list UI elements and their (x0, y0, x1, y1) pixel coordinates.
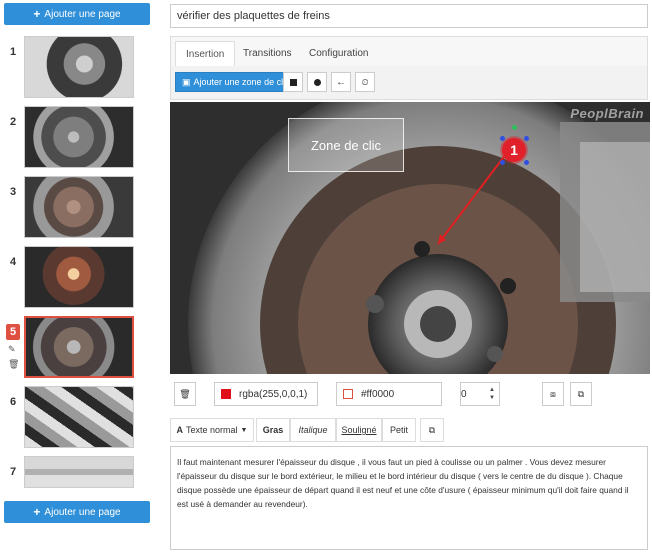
text-editor-toolbar: A Texte normal ▼ Gras Italique Souligné … (170, 418, 648, 442)
page-item-1[interactable]: 1 (0, 36, 150, 102)
page-thumbnail[interactable] (24, 176, 134, 238)
fill-color-swatch (221, 389, 231, 399)
border-width-stepper[interactable]: 0 ▲ ▼ (460, 382, 500, 406)
pencil-icon[interactable]: ✎ (8, 344, 19, 354)
square-shape-button[interactable] (283, 72, 303, 92)
delete-shape-button[interactable]: 🗑 (174, 382, 196, 406)
page-thumbnail[interactable] (24, 36, 134, 98)
rotate-handle[interactable] (512, 125, 517, 130)
link-button[interactable]: ⧉ (420, 418, 444, 442)
trash-icon: 🗑 (179, 388, 191, 399)
add-page-button-top[interactable]: + Ajouter une page (4, 3, 150, 25)
border-color-value: #ff0000 (361, 388, 395, 400)
tab-insertion[interactable]: Insertion (175, 41, 236, 67)
trash-icon[interactable]: 🗑 (8, 359, 19, 369)
brake-disc-photo (170, 102, 650, 374)
page-number: 2 (9, 116, 17, 128)
slide-canvas[interactable]: PeoplBrain Zone de clic 1 (170, 102, 650, 374)
page-item-3[interactable]: 3 (0, 176, 150, 242)
stepper-arrows-icon[interactable]: ▲ ▼ (489, 386, 495, 402)
hotspot-marker[interactable]: 1 (502, 138, 526, 162)
send-back-button[interactable]: ⧈ (542, 382, 564, 406)
page-item-2[interactable]: 2 (0, 106, 150, 172)
italic-button[interactable]: Italique (290, 418, 336, 442)
small-text-button[interactable]: Petit (382, 418, 416, 442)
page-item-6[interactable]: 6 (0, 386, 150, 452)
text-editor-body[interactable]: Il faut maintenant mesurer l'épaisseur d… (170, 446, 648, 550)
page-number: 5 (6, 324, 20, 340)
clock-icon: ⏲ (361, 76, 369, 87)
page-number: 4 (9, 256, 17, 268)
bring-front-button[interactable]: ⧉ (570, 382, 592, 406)
bold-button[interactable]: Gras (256, 418, 290, 442)
layer-down-icon: ⧈ (550, 388, 556, 399)
page-thumbnail[interactable] (24, 456, 134, 488)
click-zone[interactable]: Zone de clic (288, 118, 404, 172)
square-icon (289, 78, 297, 86)
tab-configuration[interactable]: Configuration (299, 41, 378, 67)
page-thumbnail[interactable] (24, 386, 134, 448)
fill-color-picker[interactable]: rgba(255,0,0,1) (214, 382, 318, 406)
page-list: 1 2 3 4 5 ✎ 🗑 6 7 (0, 30, 150, 490)
shape-properties: 🗑 rgba(255,0,0,1) #ff0000 0 ▲ ▼ ⧈ ⧉ (170, 382, 648, 410)
add-page-label-bottom: Ajouter une page (44, 506, 121, 518)
resize-handle[interactable] (500, 160, 505, 165)
add-zone-label: Ajouter une zone de clic (193, 77, 290, 87)
text-style-label: Texte normal (186, 425, 238, 435)
timer-button[interactable]: ⏲ (355, 72, 375, 92)
insertion-toolbar: ▣ Ajouter une zone de clic ← ⏲ (170, 66, 648, 100)
arrow-shape-button[interactable]: ← (331, 72, 351, 92)
page-thumbnail[interactable] (24, 246, 134, 308)
page-item-7[interactable]: 7 (0, 456, 150, 490)
fill-color-value: rgba(255,0,0,1) (239, 388, 308, 400)
text-style-icon: A (176, 425, 184, 435)
page-number: 6 (9, 396, 17, 408)
resize-handle[interactable] (500, 136, 505, 141)
page-item-5[interactable]: 5 ✎ 🗑 (0, 316, 150, 382)
add-click-zone-button[interactable]: ▣ Ajouter une zone de clic (175, 72, 297, 92)
brand-watermark: PeoplBrain (570, 106, 644, 121)
add-zone-icon: ▣ (182, 76, 191, 87)
resize-handle[interactable] (524, 136, 529, 141)
circle-shape-button[interactable] (307, 72, 327, 92)
page-number: 1 (9, 46, 17, 58)
border-color-swatch (343, 389, 353, 399)
border-color-picker[interactable]: #ff0000 (336, 382, 442, 406)
layer-up-icon: ⧉ (577, 388, 585, 399)
text-style-dropdown[interactable]: A Texte normal ▼ (170, 418, 254, 442)
border-width-value: 0 (461, 388, 467, 400)
page-number: 3 (9, 186, 17, 198)
page-title-input[interactable] (170, 4, 648, 28)
arrow-icon: ← (336, 76, 346, 88)
tab-transitions[interactable]: Transitions (233, 41, 302, 67)
resize-handle[interactable] (524, 160, 529, 165)
page-item-4[interactable]: 4 (0, 246, 150, 312)
underline-button[interactable]: Souligné (336, 418, 382, 442)
click-zone-label: Zone de clic (310, 137, 382, 153)
plus-icon: + (33, 7, 41, 21)
page-number: 7 (9, 466, 17, 478)
external-link-icon: ⧉ (428, 424, 436, 435)
tab-bar: Insertion Transitions Configuration (170, 36, 648, 67)
add-page-button-bottom[interactable]: + Ajouter une page (4, 501, 150, 523)
add-page-label-top: Ajouter une page (44, 8, 121, 20)
page-thumbnail[interactable] (24, 106, 134, 168)
page-tools: ✎ 🗑 (8, 344, 19, 369)
caret-down-icon: ▼ (240, 426, 248, 434)
page-thumbnail[interactable] (24, 316, 134, 378)
plus-icon: + (33, 505, 41, 519)
circle-icon (313, 78, 321, 86)
